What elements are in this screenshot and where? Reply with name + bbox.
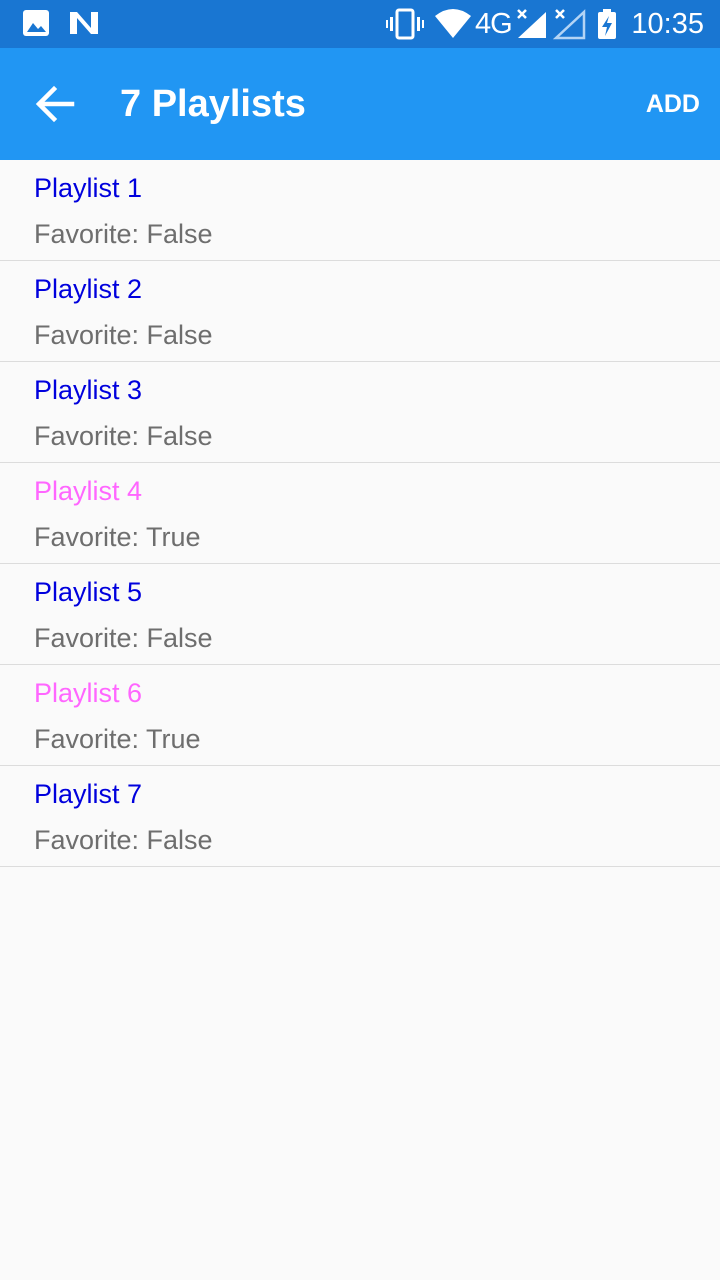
list-item[interactable]: Playlist 6 Favorite: True <box>0 665 720 766</box>
add-button[interactable]: ADD <box>646 86 700 122</box>
playlist-list: Playlist 1 Favorite: False Playlist 2 Fa… <box>0 160 720 867</box>
playlist-name: Playlist 1 <box>34 173 143 203</box>
app-bar: 7 Playlists ADD <box>0 48 720 160</box>
playlist-name: Playlist 5 <box>34 577 143 607</box>
image-icon <box>22 8 50 43</box>
list-item[interactable]: Playlist 5 Favorite: False <box>0 564 720 665</box>
playlist-name: Playlist 7 <box>34 779 143 809</box>
status-bar: 4G 10:35 <box>0 0 720 48</box>
playlist-name: Playlist 6 <box>34 678 143 708</box>
no-signal-icon <box>552 8 586 45</box>
playlist-favorite-status: Favorite: False <box>34 623 213 653</box>
cellular-signal-icon <box>514 8 548 45</box>
status-time: 10:35 <box>631 8 704 40</box>
playlist-favorite-status: Favorite: False <box>34 421 213 451</box>
network-type-label: 4G <box>475 8 513 40</box>
playlist-favorite-status: Favorite: False <box>34 825 213 855</box>
playlist-name: Playlist 3 <box>34 375 143 405</box>
list-item[interactable]: Playlist 3 Favorite: False <box>0 362 720 463</box>
list-item[interactable]: Playlist 2 Favorite: False <box>0 261 720 362</box>
battery-charging-icon <box>596 8 620 45</box>
page-title: 7 Playlists <box>120 83 306 125</box>
playlist-name: Playlist 4 <box>34 476 143 506</box>
playlist-favorite-status: Favorite: False <box>34 219 213 249</box>
playlist-favorite-status: Favorite: True <box>34 724 201 754</box>
list-item[interactable]: Playlist 1 Favorite: False <box>0 160 720 261</box>
wifi-icon <box>434 8 472 45</box>
arrow-back-icon <box>35 85 75 123</box>
playlist-favorite-status: Favorite: False <box>34 320 213 350</box>
n-notification-icon <box>68 8 100 43</box>
vibrate-icon <box>386 8 424 45</box>
playlist-name: Playlist 2 <box>34 274 143 304</box>
list-item[interactable]: Playlist 4 Favorite: True <box>0 463 720 564</box>
playlist-favorite-status: Favorite: True <box>34 522 201 552</box>
back-button[interactable] <box>22 72 86 136</box>
list-item[interactable]: Playlist 7 Favorite: False <box>0 766 720 867</box>
